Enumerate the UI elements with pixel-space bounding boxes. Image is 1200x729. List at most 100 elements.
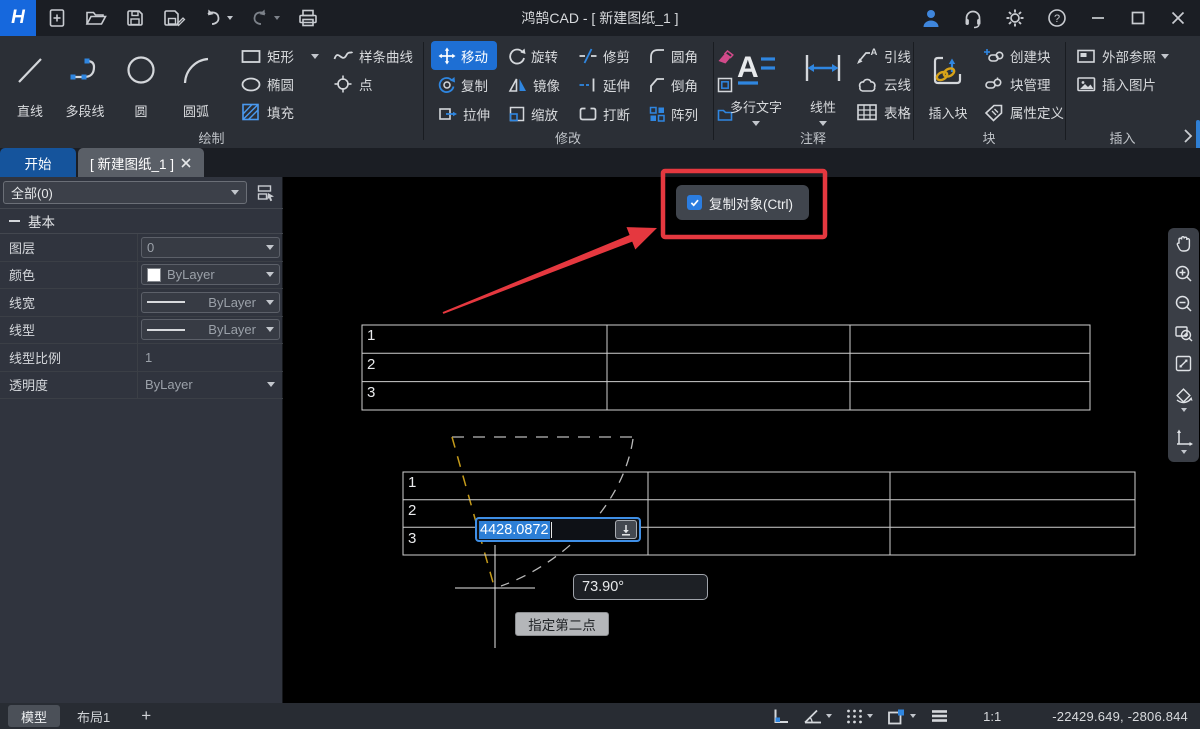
fillet-button[interactable]: 圆角 [641,41,705,70]
point-button[interactable]: 点 [332,70,413,98]
arc-button[interactable]: 圆弧 [166,38,226,120]
save-button[interactable] [118,4,152,32]
break-icon [578,105,598,123]
break-button[interactable]: 打断 [571,99,637,128]
polyline-button[interactable]: 多段线 [54,38,116,120]
xref-icon [1075,46,1097,66]
trim-button[interactable]: 修剪 [571,41,637,70]
quick-select-button[interactable] [253,180,279,205]
selection-filter-dropdown[interactable]: 全部(0) [3,181,247,204]
save-as-button[interactable] [156,4,192,32]
scale-button[interactable]: 缩放 [501,99,567,128]
tab-close-icon[interactable] [180,157,192,169]
settings-button[interactable] [998,4,1032,32]
zoom-window-button[interactable] [1168,318,1199,348]
cloud-icon [855,74,879,94]
spline-button[interactable]: 样条曲线 [332,42,413,70]
array-icon [648,105,666,123]
help-icon: ? [1046,7,1068,29]
orbit-button[interactable] [1168,378,1199,420]
drawing-geometry: 1 2 3 1 2 3 [283,177,1200,703]
move-icon [438,47,456,65]
drawing-canvas[interactable]: 1 2 3 1 2 3 4428.0872 73.90° [283,177,1200,703]
line-button[interactable]: 直线 [6,38,54,120]
move-button[interactable]: 移动 [431,41,497,70]
ellipse-button[interactable]: 椭圆 [240,70,319,98]
ribbon-expand-button[interactable] [1180,124,1196,148]
minimize-button[interactable] [1082,4,1114,32]
object-snap-toggle[interactable] [886,707,916,726]
snap-grid-toggle[interactable] [845,707,873,725]
support-button[interactable] [956,4,990,32]
attribute-define-button[interactable]: 属性定义 [983,98,1064,126]
maximize-button[interactable] [1122,4,1154,32]
circle-button[interactable]: 圆 [116,38,166,120]
polar-tracking-toggle[interactable] [803,707,832,725]
rotate-button[interactable]: 旋转 [501,41,567,70]
leader-button[interactable]: A 引线 [855,42,911,70]
zoom-in-button[interactable] [1168,258,1199,288]
undo-button[interactable] [196,4,239,32]
pan-button[interactable] [1168,228,1199,258]
create-block-button[interactable]: 创建块 [983,42,1064,70]
osnap-icon [886,707,907,726]
input-history-button[interactable] [615,520,637,539]
properties-section-basic[interactable]: 基本 [0,208,283,234]
dynamic-input-field[interactable]: 4428.0872 [475,517,641,542]
move-view-button[interactable] [1168,420,1199,462]
dynamic-input-value[interactable]: 4428.0872 [479,521,550,539]
chamfer-button[interactable]: 倒角 [641,70,705,99]
revision-cloud-button[interactable]: 云线 [855,70,911,98]
ortho-toggle[interactable] [770,706,790,726]
layout1-tab[interactable]: 布局1 [64,705,123,727]
app-logo[interactable]: H [0,0,36,36]
print-button[interactable] [290,4,326,32]
transparency-dropdown[interactable]: ByLayer [138,377,283,392]
insert-image-button[interactable]: 插入图片 [1075,70,1169,98]
cursor-coordinates: -22429.649, -2806.844 [1052,709,1188,724]
minimize-icon [1088,8,1108,28]
array-button[interactable]: 阵列 [641,99,705,128]
copy-button[interactable]: 复制 [431,70,497,99]
rectangle-button[interactable]: 矩形 [240,42,319,70]
insert-small-column: 外部参照 插入图片 [1075,42,1169,98]
redo-button[interactable] [243,4,286,32]
mirror-button[interactable]: 镜像 [501,70,567,99]
property-row-lineweight: 线宽 ByLayer [0,289,283,317]
extend-button[interactable]: 延伸 [571,70,637,99]
linear-dim-button[interactable]: 线性 [797,38,849,126]
close-button[interactable] [1162,4,1194,32]
panel-draw-label: 绘制 [0,128,423,147]
linetype-dropdown[interactable]: ByLayer [141,319,280,340]
status-menu-button[interactable] [929,707,950,725]
insert-block-button[interactable]: 插入块 [921,38,975,126]
stretch-button[interactable]: 拉伸 [431,99,497,128]
hatch-button[interactable]: 填充 [240,98,319,126]
annotation-scale[interactable]: 1:1 [983,709,1001,724]
layer-dropdown[interactable]: 0 [141,237,280,258]
open-folder-icon [84,7,108,29]
lineweight-dropdown[interactable]: ByLayer [141,292,280,313]
xref-button[interactable]: 外部参照 [1075,42,1169,70]
user-account-button[interactable] [914,4,948,32]
model-tab[interactable]: 模型 [8,705,60,727]
tab-drawing[interactable]: [ 新建图纸_1 ] [78,148,204,177]
down-arrow-icon [620,524,632,536]
ellipse-icon [240,74,262,94]
color-dropdown[interactable]: ByLayer [141,264,280,285]
menu-lines-icon [929,707,950,725]
mtext-button[interactable]: A 多行文字 [721,38,791,126]
zoom-out-button[interactable] [1168,288,1199,318]
new-layout-button[interactable]: + [141,706,151,726]
block-manager-button[interactable]: 块管理 [983,70,1064,98]
help-button[interactable]: ? [1040,4,1074,32]
zoom-extents-button[interactable] [1168,348,1199,378]
panel-block-label: 块 [913,128,1065,147]
open-button[interactable] [78,4,114,32]
osnap-dropdown-caret [910,714,916,718]
ltscale-value[interactable]: 1 [138,350,283,365]
tab-start[interactable]: 开始 [0,148,76,177]
new-file-button[interactable] [40,4,74,32]
copy-checkbox[interactable] [687,195,702,210]
table-button[interactable]: 表格 [855,98,911,126]
